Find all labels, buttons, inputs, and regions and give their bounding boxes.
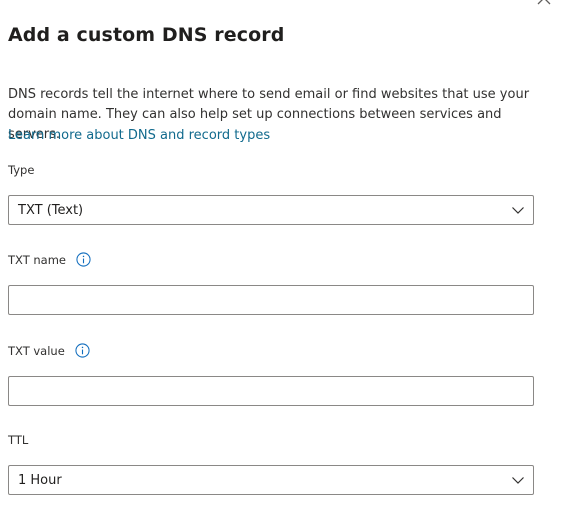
ttl-label: TTL xyxy=(8,433,28,447)
type-dropdown[interactable]: TXT (Text) xyxy=(8,195,534,225)
txt-name-label-text: TXT name xyxy=(8,252,66,267)
ttl-selected-value: 1 Hour xyxy=(18,472,62,488)
type-label-text: Type xyxy=(8,163,35,177)
ttl-label-text: TTL xyxy=(8,433,29,447)
info-icon[interactable] xyxy=(75,343,90,358)
txt-value-input[interactable] xyxy=(8,376,534,406)
chevron-down-icon xyxy=(512,477,524,484)
txt-value-label-text: TXT value xyxy=(8,343,65,358)
panel-title: Add a custom DNS record xyxy=(8,24,285,46)
chevron-down-icon xyxy=(512,207,524,214)
type-selected-value: TXT (Text) xyxy=(18,202,84,218)
close-icon[interactable] xyxy=(536,0,552,6)
type-label: Type xyxy=(8,163,34,177)
learn-more-link[interactable]: Learn more about DNS and record types xyxy=(8,128,270,143)
ttl-dropdown[interactable]: 1 Hour xyxy=(8,465,534,495)
txt-value-label: TXT value xyxy=(8,343,90,358)
info-icon[interactable] xyxy=(76,252,91,267)
add-dns-record-panel: Add a custom DNS record DNS records tell… xyxy=(0,0,566,523)
txt-name-input[interactable] xyxy=(8,285,534,315)
txt-name-label: TXT name xyxy=(8,252,91,267)
